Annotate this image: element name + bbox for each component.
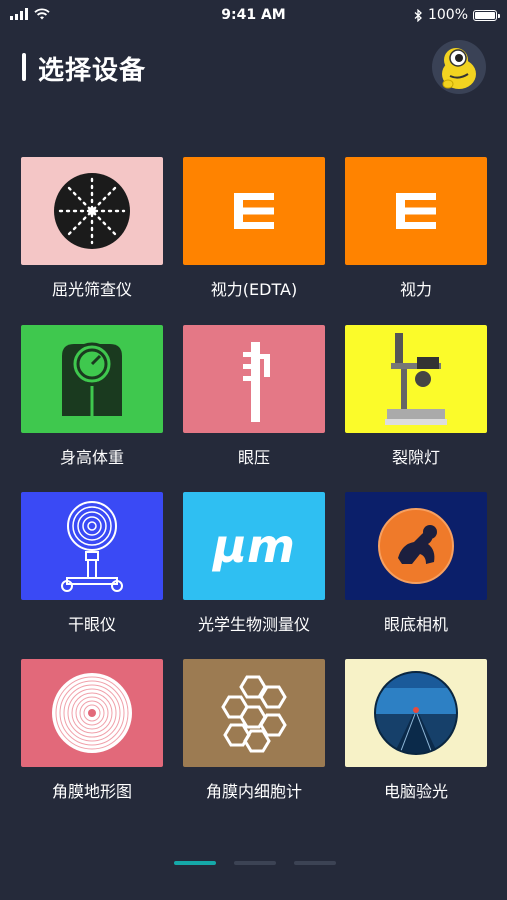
device-item-tonometer[interactable]: 眼压: [183, 325, 325, 467]
device-item-optical-biometer[interactable]: μm 光学生物测量仪: [183, 492, 325, 634]
device-item-auto-refractor[interactable]: 电脑验光: [345, 659, 487, 801]
auto-refractor-icon: [345, 659, 487, 767]
refraction-screener-icon: [21, 157, 163, 265]
dry-eye-analyzer-icon: [21, 492, 163, 600]
device-label: 角膜地形图: [51, 782, 132, 801]
battery-icon: [473, 9, 500, 21]
endothelial-cell-counter-icon: [183, 659, 325, 767]
device-item-refraction-screener[interactable]: 屈光筛查仪: [21, 157, 163, 299]
um-text: μm: [213, 519, 295, 573]
device-item-visual-acuity-edta[interactable]: 视力(EDTA): [183, 157, 325, 299]
device-label: 眼底相机: [383, 615, 448, 634]
status-right: 100%: [414, 7, 500, 23]
device-item-slit-lamp[interactable]: 裂隙灯: [345, 325, 487, 467]
page-dot-2[interactable]: [234, 861, 276, 865]
device-label: 干眼仪: [67, 615, 116, 634]
device-label: 视力: [399, 280, 432, 299]
device-label: 屈光筛查仪: [51, 280, 132, 299]
bluetooth-icon: [414, 8, 422, 22]
cartoon-mascot-avatar-icon[interactable]: [432, 40, 486, 94]
corneal-topography-icon: [21, 659, 163, 767]
device-label: 角膜内细胞计: [205, 782, 302, 801]
header: 选择设备: [0, 40, 507, 96]
fundus-camera-icon: [345, 492, 487, 600]
page-dot-1[interactable]: [174, 861, 216, 865]
status-bar: 9:41 AM 100%: [0, 0, 507, 30]
page-indicator: [0, 861, 507, 865]
page-title: 选择设备: [38, 56, 147, 86]
tonometer-icon: [183, 325, 325, 433]
device-label: 视力(EDTA): [210, 280, 298, 299]
device-item-corneal-topography[interactable]: 角膜地形图: [21, 659, 163, 801]
device-label: 电脑验光: [383, 782, 448, 801]
device-item-fundus-camera[interactable]: 眼底相机: [345, 492, 487, 634]
device-label: 身高体重: [59, 448, 124, 467]
device-item-visual-acuity[interactable]: 视力: [345, 157, 487, 299]
device-label: 光学生物测量仪: [197, 615, 310, 634]
slit-lamp-icon: [345, 325, 487, 433]
device-item-endothelial-counter[interactable]: 角膜内细胞计: [183, 659, 325, 801]
page-dot-3[interactable]: [294, 861, 336, 865]
title-accent-bar: [22, 53, 26, 81]
battery-percent: 100%: [427, 7, 468, 23]
device-label: 裂隙灯: [391, 448, 440, 467]
device-item-dry-eye[interactable]: 干眼仪: [21, 492, 163, 634]
height-weight-scale-icon: [21, 325, 163, 433]
eye-chart-e-icon: [183, 157, 325, 265]
eye-chart-e-icon: [345, 157, 487, 265]
micrometer-um-icon: μm: [183, 492, 325, 600]
device-label: 眼压: [237, 448, 270, 467]
device-item-height-weight[interactable]: 身高体重: [21, 325, 163, 467]
